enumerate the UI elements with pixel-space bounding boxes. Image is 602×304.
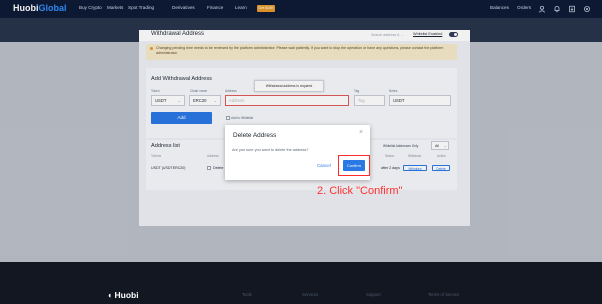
footer-logo: ◖ Huobi (107, 290, 139, 300)
footer-link-terms[interactable]: Terms of Service (428, 292, 459, 297)
flame-icon: ◖ (107, 290, 113, 300)
modal-message: Are you sure you want to delete the addr… (232, 148, 309, 152)
instruction-callout: 2. Click "Confirm" (317, 185, 403, 197)
footer-link-services[interactable]: Services (302, 292, 318, 297)
footer-link-support[interactable]: Support (366, 292, 381, 297)
cancel-button[interactable]: Cancel (317, 163, 331, 168)
close-icon[interactable]: × (359, 129, 363, 136)
confirm-highlight-box (338, 155, 370, 176)
page-footer (0, 262, 602, 304)
footer-link-tools[interactable]: Tools (242, 292, 252, 297)
modal-title: Delete Address (233, 132, 277, 139)
